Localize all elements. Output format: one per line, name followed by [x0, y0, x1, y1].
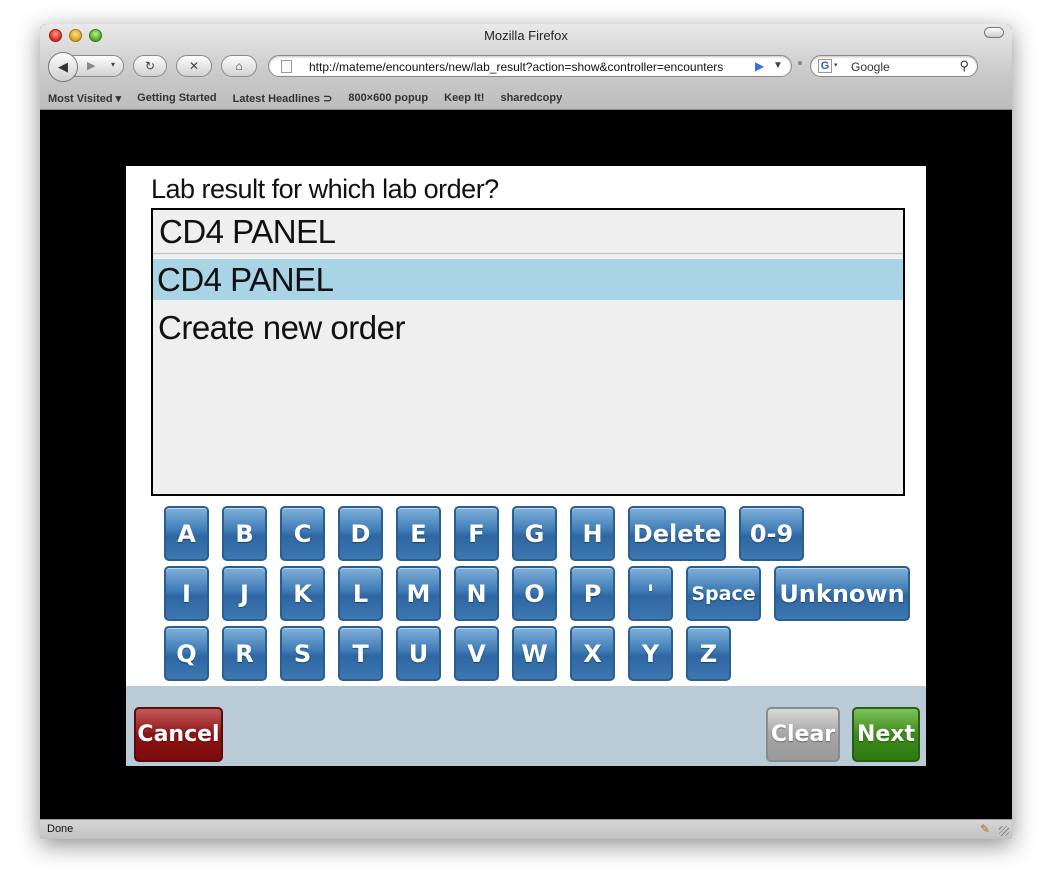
- key-c[interactable]: C: [280, 506, 325, 561]
- bookmarks-toolbar: Most Visited ▾ Getting Started Latest He…: [40, 87, 1012, 109]
- search-bar[interactable]: G ▾ Google ⚲: [810, 55, 978, 77]
- addon-status-icon[interactable]: ✎: [980, 822, 990, 836]
- key-y[interactable]: Y: [628, 626, 673, 681]
- key-p[interactable]: P: [570, 566, 615, 621]
- list-option[interactable]: Create new order: [153, 307, 903, 348]
- forward-button[interactable]: ▶: [87, 59, 95, 72]
- window-title: Mozilla Firefox: [484, 28, 568, 43]
- stop-icon: ✕: [188, 59, 200, 73]
- search-icon[interactable]: ⚲: [959, 58, 969, 74]
- search-input[interactable]: Google: [851, 60, 890, 74]
- back-forward-group: ◀ ▶ ▾: [48, 52, 124, 82]
- key-x[interactable]: X: [570, 626, 615, 681]
- list-option-selected[interactable]: CD4 PANEL: [153, 259, 903, 300]
- clear-button[interactable]: Clear: [766, 707, 840, 762]
- key-w[interactable]: W: [512, 626, 557, 681]
- reload-icon: ↻: [144, 59, 156, 73]
- key-v[interactable]: V: [454, 626, 499, 681]
- delete-key[interactable]: Delete: [628, 506, 726, 561]
- reload-button[interactable]: ↻: [133, 55, 167, 77]
- key-t[interactable]: T: [338, 626, 383, 681]
- go-arrow-icon[interactable]: ▶: [755, 59, 764, 73]
- status-text: Done: [47, 823, 74, 835]
- key-s[interactable]: S: [280, 626, 325, 681]
- key-q[interactable]: Q: [164, 626, 209, 681]
- url-text[interactable]: http://mateme/encounters/new/lab_result?…: [309, 60, 757, 74]
- url-bar[interactable]: http://mateme/encounters/new/lab_result?…: [268, 55, 792, 77]
- page-content: Lab result for which lab order? CD4 PANE…: [40, 110, 1012, 819]
- status-bar: Done ✎: [40, 819, 1012, 839]
- key-a[interactable]: A: [164, 506, 209, 561]
- dialog-footer: Cancel Clear Next: [126, 686, 926, 766]
- bookmark-sharedcopy[interactable]: sharedcopy: [500, 92, 562, 104]
- key-i[interactable]: I: [164, 566, 209, 621]
- key-m[interactable]: M: [396, 566, 441, 621]
- space-key[interactable]: Space: [686, 566, 761, 621]
- bookmark-most-visited[interactable]: Most Visited ▾: [48, 92, 121, 105]
- toolbar-toggle-button[interactable]: [984, 27, 1004, 38]
- question-label: Lab result for which lab order?: [151, 174, 499, 204]
- key-h[interactable]: H: [570, 506, 615, 561]
- bookmark-getting-started[interactable]: Getting Started: [137, 92, 216, 104]
- search-engine-dropdown-icon[interactable]: ▾: [834, 61, 838, 69]
- key-o[interactable]: O: [512, 566, 557, 621]
- cancel-button[interactable]: Cancel: [134, 707, 223, 762]
- google-search-engine-icon[interactable]: G: [818, 59, 832, 73]
- key-j[interactable]: J: [222, 566, 267, 621]
- bookmark-latest-headlines[interactable]: Latest Headlines ⊃: [233, 92, 333, 105]
- back-button[interactable]: ◀: [48, 52, 78, 82]
- numbers-key[interactable]: 0-9: [739, 506, 804, 561]
- key-b[interactable]: B: [222, 506, 267, 561]
- history-dropdown-icon[interactable]: ▾: [111, 60, 115, 69]
- key-apostrophe[interactable]: ': [628, 566, 673, 621]
- key-f[interactable]: F: [454, 506, 499, 561]
- unknown-key[interactable]: Unknown: [774, 566, 910, 621]
- toolbar-separator: [798, 61, 802, 65]
- lab-order-input[interactable]: CD4 PANEL: [153, 210, 903, 254]
- title-bar: Mozilla Firefox ◀ ▶ ▾ ↻ ✕ ⌂ http://matem…: [40, 24, 1012, 110]
- key-z[interactable]: Z: [686, 626, 731, 681]
- bookmark-keep-it[interactable]: Keep It!: [444, 92, 484, 104]
- key-n[interactable]: N: [454, 566, 499, 621]
- key-g[interactable]: G: [512, 506, 557, 561]
- next-button[interactable]: Next: [852, 707, 920, 762]
- key-d[interactable]: D: [338, 506, 383, 561]
- back-arrow-icon: ◀: [58, 59, 68, 74]
- page-icon: [281, 60, 292, 73]
- touchscreen-dialog: Lab result for which lab order? CD4 PANE…: [126, 166, 926, 766]
- home-button[interactable]: ⌂: [221, 55, 257, 77]
- browser-window: Mozilla Firefox ◀ ▶ ▾ ↻ ✕ ⌂ http://matem…: [40, 24, 1012, 839]
- home-icon: ⌂: [235, 59, 243, 73]
- stop-button[interactable]: ✕: [176, 55, 212, 77]
- key-r[interactable]: R: [222, 626, 267, 681]
- key-l[interactable]: L: [338, 566, 383, 621]
- resize-grip-icon[interactable]: [999, 826, 1009, 836]
- lab-order-listbox: CD4 PANEL CD4 PANEL Create new order: [151, 208, 905, 496]
- bookmark-popup[interactable]: 800×600 popup: [348, 92, 428, 104]
- key-e[interactable]: E: [396, 506, 441, 561]
- key-u[interactable]: U: [396, 626, 441, 681]
- key-k[interactable]: K: [280, 566, 325, 621]
- url-dropdown-icon[interactable]: ▼: [773, 60, 783, 71]
